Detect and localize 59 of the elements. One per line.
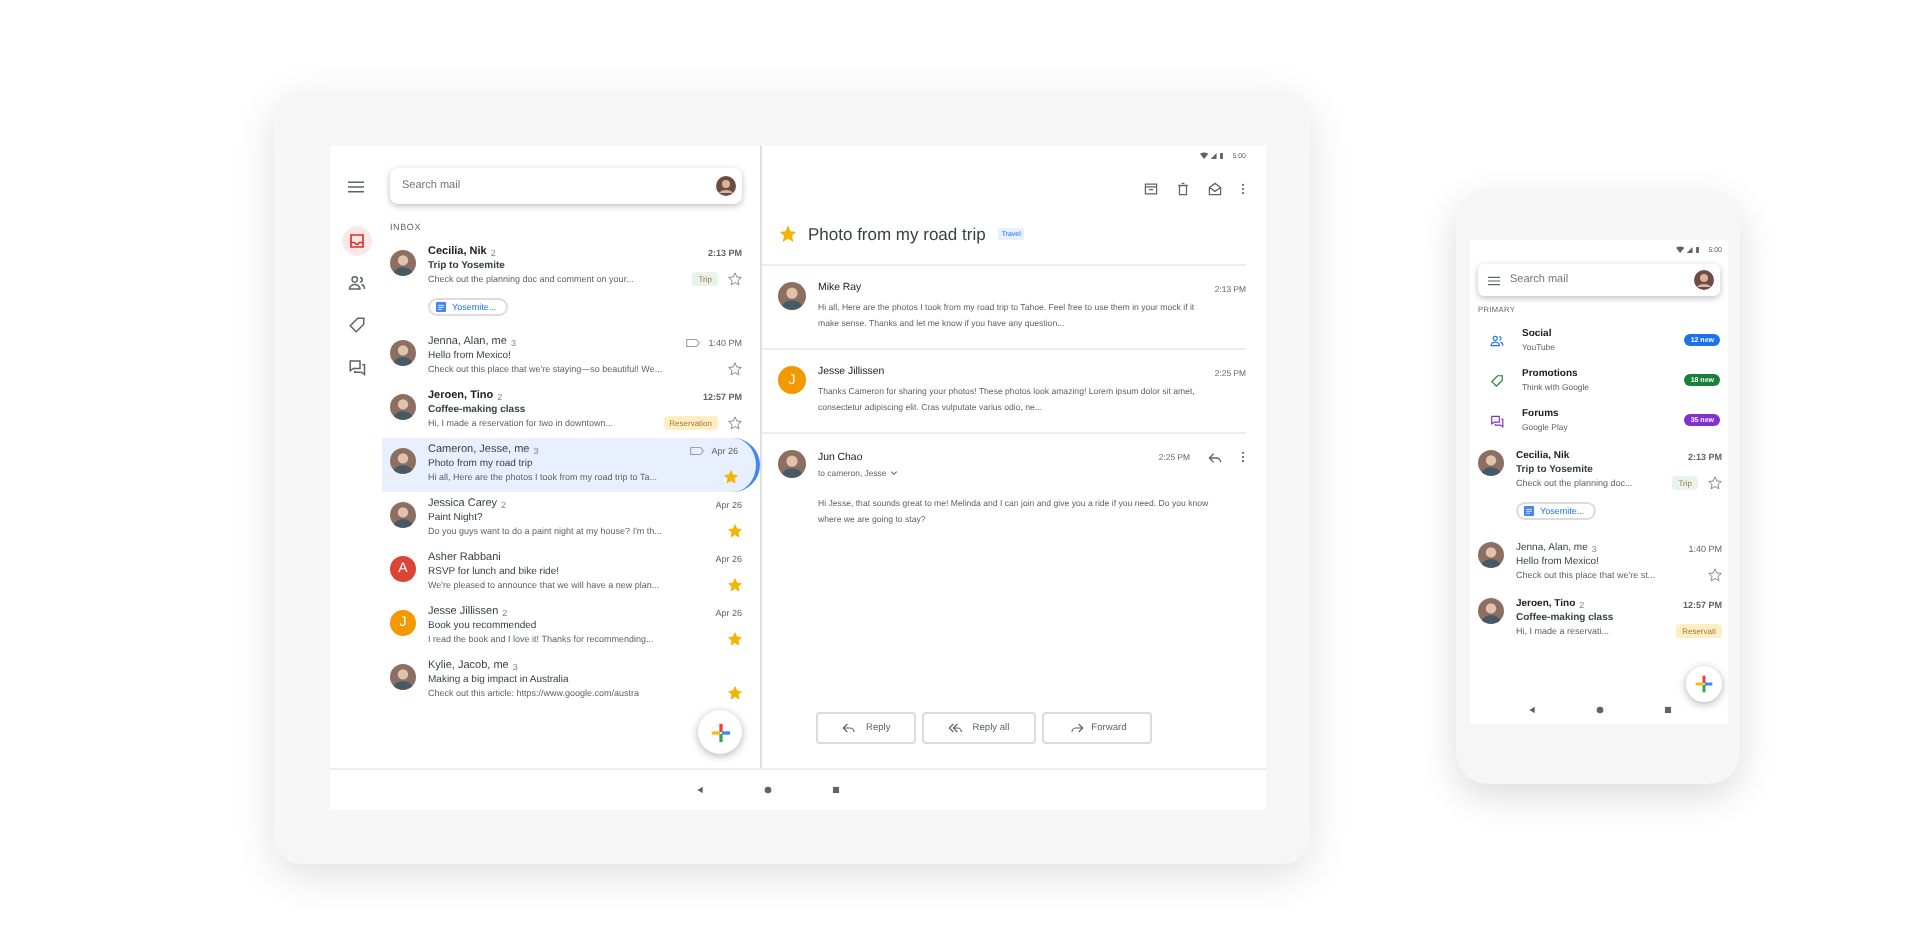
star-icon[interactable]: [728, 524, 742, 538]
menu-icon[interactable]: [348, 180, 364, 194]
chat-icon: [347, 358, 365, 376]
status-icons: [1200, 152, 1227, 160]
chevron-down-icon[interactable]: [890, 470, 899, 477]
tag-icon: [1490, 373, 1504, 387]
delete-icon[interactable]: [1176, 182, 1190, 196]
more-icon[interactable]: [1240, 450, 1246, 465]
star-icon[interactable]: [728, 578, 742, 592]
star-icon[interactable]: [728, 686, 742, 700]
avatar-icon: [1478, 542, 1504, 568]
tag-icon: [347, 316, 365, 334]
avatar-icon: [1478, 450, 1504, 476]
envelope-icon[interactable]: [1208, 182, 1222, 196]
archive-icon[interactable]: [1144, 182, 1158, 196]
avatar-icon: [390, 250, 416, 276]
compose-button[interactable]: [698, 710, 742, 754]
home-icon[interactable]: [764, 786, 772, 794]
avatar-icon: [390, 340, 416, 366]
recents-icon[interactable]: [1663, 706, 1671, 714]
avatar-icon: [390, 502, 416, 528]
home-icon[interactable]: [1595, 706, 1603, 714]
reply-icon: [842, 722, 858, 734]
nav-item[interactable]: [341, 226, 371, 256]
reply-all-icon: [948, 722, 965, 734]
avatar-icon: [390, 448, 416, 474]
plus-icon: [709, 721, 731, 743]
back-icon[interactable]: [696, 786, 704, 794]
star-icon[interactable]: [1708, 568, 1722, 582]
forward-icon: [1067, 722, 1084, 734]
avatar-icon: [778, 450, 806, 479]
document-icon: [436, 302, 446, 312]
star-icon[interactable]: [780, 226, 796, 242]
avatar-icon: [1478, 598, 1504, 624]
avatar-icon: [390, 664, 416, 690]
reply-icon[interactable]: [1208, 451, 1222, 464]
avatar-icon[interactable]: [716, 176, 736, 196]
star-icon[interactable]: [728, 362, 742, 376]
people-icon: [347, 274, 365, 292]
inbox-icon: [347, 232, 365, 250]
document-icon: [1524, 506, 1534, 516]
star-icon[interactable]: [728, 632, 742, 646]
back-icon[interactable]: [1527, 706, 1535, 714]
avatar-icon[interactable]: [1694, 270, 1714, 290]
star-icon[interactable]: [724, 470, 738, 484]
recents-icon[interactable]: [832, 786, 840, 794]
menu-icon[interactable]: [1488, 275, 1500, 285]
status-icons: [1676, 246, 1703, 254]
more-icon[interactable]: [1240, 182, 1246, 196]
star-icon[interactable]: [728, 416, 742, 430]
thread-subject: Photo from my road trip: [808, 224, 986, 244]
plus-icon: [1694, 674, 1714, 694]
compose-button[interactable]: [1686, 666, 1722, 702]
chat-icon: [1490, 413, 1504, 427]
star-icon[interactable]: [1708, 476, 1722, 490]
avatar-icon: [778, 282, 806, 310]
people-icon: [1490, 333, 1504, 347]
star-icon[interactable]: [728, 272, 742, 286]
avatar-icon: [390, 394, 416, 420]
